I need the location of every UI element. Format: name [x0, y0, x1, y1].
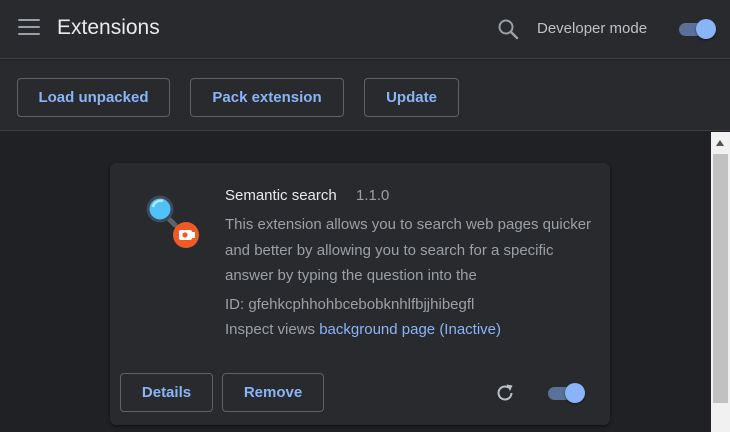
app-header: Extensions Developer mode [0, 0, 730, 59]
camera-badge-icon [173, 222, 199, 248]
toolbar: Load unpacked Pack extension Update [0, 60, 730, 131]
update-button[interactable]: Update [364, 78, 459, 117]
scroll-up-arrow-icon[interactable] [716, 140, 724, 146]
extension-name: Semantic search [225, 187, 337, 204]
page-title: Extensions [57, 16, 160, 39]
developer-mode-label: Developer mode [537, 20, 648, 37]
menu-icon[interactable] [18, 19, 40, 39]
extension-card: Semantic search 1.1.0 This extension all… [110, 163, 610, 425]
load-unpacked-button[interactable]: Load unpacked [17, 78, 170, 117]
pack-extension-button[interactable]: Pack extension [190, 78, 344, 117]
developer-mode-toggle[interactable] [677, 18, 717, 40]
reload-icon[interactable] [494, 382, 516, 404]
remove-button[interactable]: Remove [222, 373, 324, 412]
search-icon[interactable] [496, 17, 520, 41]
inspect-views: Inspect views background page (Inactive) [225, 321, 501, 338]
extension-enable-toggle[interactable] [546, 382, 586, 404]
scroll-thumb[interactable] [713, 154, 728, 403]
inspect-views-label: Inspect views [225, 321, 316, 338]
extension-version: 1.1.0 [356, 187, 390, 204]
details-button[interactable]: Details [120, 373, 213, 412]
extension-id: ID: gfehkcphhohbcebobknhlfbjjhibegfl [225, 296, 475, 313]
magnifier-icon [143, 191, 203, 251]
background-page-link[interactable]: background page (Inactive) [319, 321, 501, 338]
scrollbar[interactable] [711, 132, 730, 432]
extension-description: This extension allows you to search web … [225, 216, 592, 284]
